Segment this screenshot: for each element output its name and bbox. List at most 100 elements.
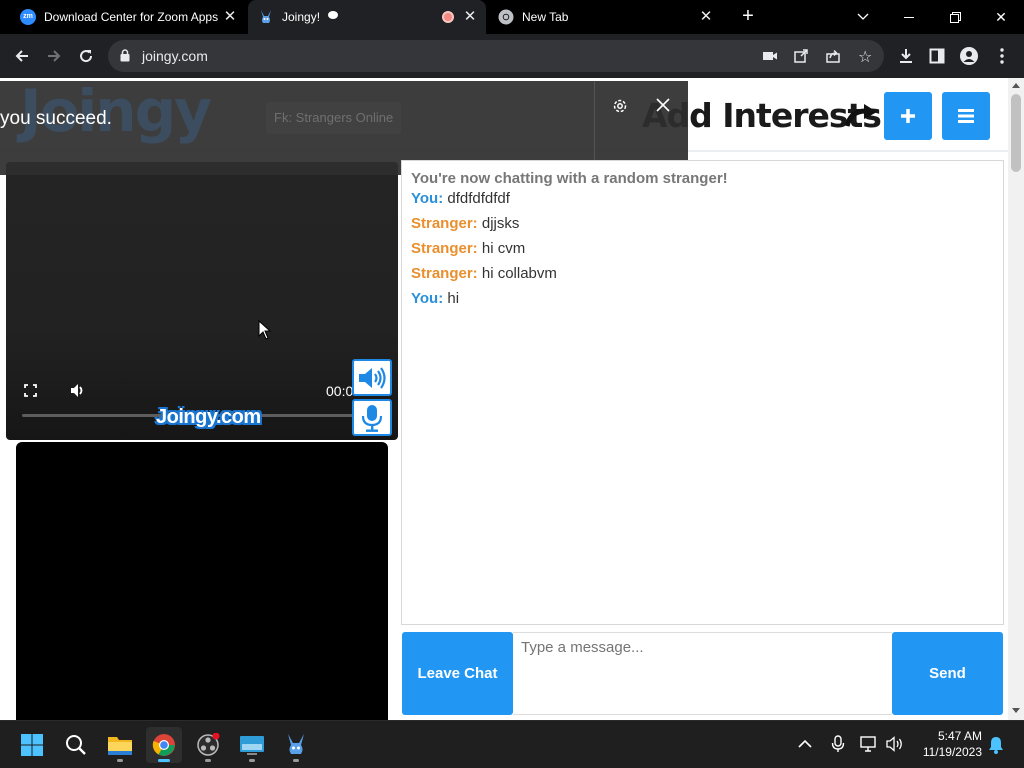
tab-title: Download Center for Zoom Apps [44,10,219,24]
address-bar[interactable]: joingy.com ☆ [108,40,884,72]
chat-text: dfdfdfdfdf [447,190,510,207]
clock[interactable]: 5:47 AM 11/19/2023 [912,728,982,760]
camera-icon[interactable] [762,49,778,63]
lock-icon [120,49,130,62]
share-icon[interactable] [826,49,840,63]
running-indicator [293,759,299,762]
clock-date: 11/19/2023 [922,745,982,759]
close-tab-icon[interactable]: ✕ [222,9,238,25]
add-interest-button[interactable] [884,92,932,140]
video-volume-icon[interactable] [70,383,86,398]
tab-zoom-download[interactable]: zm Download Center for Zoom Apps ✕ [12,0,246,34]
chat-speaker-stranger: Stranger: [411,240,478,257]
toast-message: you succeed. [0,108,112,129]
stranger-video[interactable]: 00:0 Joingy.com [6,162,398,440]
file-explorer-icon[interactable] [102,727,138,763]
message-input[interactable] [513,632,892,715]
chat-message: Stranger: hi collabvm [411,265,557,282]
chat-speaker-stranger: Stranger: [411,265,478,282]
search-icon[interactable] [58,727,94,763]
video-fullscreen-icon[interactable] [24,384,37,397]
clock-time: 5:47 AM [937,729,982,743]
running-indicator [158,759,170,762]
open-in-app-icon[interactable] [794,49,808,63]
tab-title: New Tab [522,10,569,24]
plus-icon [900,108,916,124]
windows-taskbar: 5:47 AM 11/19/2023 [0,720,1024,768]
volume-icon[interactable] [886,736,904,752]
joingy-page: Add Interests 00:0 Joingy.com Joingy Fk: [0,78,1024,720]
chat-bubble-icon [328,11,338,19]
ghost-tooltip: Fk: Strangers Online [266,102,402,134]
chat-speaker-you: You: [411,190,444,207]
chat-speaker-stranger: Stranger: [411,215,478,232]
chrome-taskbar-icon[interactable] [146,727,182,763]
remote-desktop-icon[interactable] [234,727,270,763]
bookmark-star-icon[interactable]: ☆ [858,47,872,67]
speaker-icon [357,366,387,390]
video-time: 00:0 [326,383,354,399]
forward-icon[interactable] [40,42,68,70]
chrome-menu-icon[interactable] [988,42,1016,70]
tab-search-icon[interactable] [840,0,886,34]
leave-chat-button[interactable]: Leave Chat [402,632,513,715]
speaker-button[interactable] [352,359,392,396]
chrome-icon [498,9,514,25]
chat-status: You're now chatting with a random strang… [411,170,728,187]
tab-new-tab[interactable]: New Tab ✕ [488,0,722,34]
microphone-button[interactable] [352,399,392,436]
page-scrollbar[interactable] [1008,78,1024,720]
chat-message: You: hi [411,290,459,307]
send-label: Send [929,665,966,682]
toast-settings-gear-icon[interactable] [611,97,629,115]
curved-arrow-icon [845,104,879,128]
notification-bell-icon[interactable] [988,736,1004,754]
self-video [16,442,388,720]
tab-joingy[interactable]: Joingy! ✕ [248,0,486,34]
new-tab-button[interactable]: + [736,5,760,29]
chat-speaker-you: You: [411,290,444,307]
video-watermark: Joingy.com [156,406,261,428]
chat-log[interactable]: You're now chatting with a random strang… [401,160,1004,625]
leave-chat-label: Leave Chat [417,665,498,682]
tab-title: Joingy! [282,10,321,24]
toast-close-icon[interactable] [656,98,670,112]
mouse-cursor-icon [258,320,271,340]
close-tab-icon[interactable]: ✕ [462,9,478,25]
chat-text: hi [447,290,460,307]
url-text: joingy.com [142,48,208,64]
back-icon[interactable] [8,42,36,70]
side-panel-icon[interactable] [923,42,951,70]
joingy-bunny-icon [258,9,274,25]
chat-text: hi collabvm [481,265,557,282]
reload-icon[interactable] [72,42,100,70]
minimize-icon[interactable] [886,0,932,34]
chat-text: djjsks [481,215,520,232]
zoom-icon: zm [20,9,36,25]
microphone-tray-icon[interactable] [831,735,845,753]
close-window-icon[interactable]: ✕ [978,0,1024,34]
send-button[interactable]: Send [892,632,1003,715]
browser-toolbar: joingy.com ☆ [0,34,1024,78]
restore-icon[interactable] [932,0,978,34]
obs-studio-icon[interactable] [190,727,226,763]
download-icon[interactable] [892,42,920,70]
windows-start-icon[interactable] [14,727,50,763]
close-tab-icon[interactable]: ✕ [698,9,714,25]
hamburger-icon [958,109,974,123]
profile-avatar-icon[interactable] [955,42,983,70]
joingy-taskbar-icon[interactable] [278,727,314,763]
chat-message: You: dfdfdfdfdf [411,190,510,207]
chat-message: Stranger: hi cvm [411,240,525,257]
recording-icon [442,11,454,23]
running-indicator [205,759,211,762]
chat-text: hi cvm [481,240,526,257]
menu-button[interactable] [942,92,990,140]
scroll-down-arrow-icon[interactable] [1012,708,1020,713]
scrollbar-thumb[interactable] [1011,94,1021,172]
scroll-up-arrow-icon[interactable] [1012,83,1020,88]
tab-strip: zm Download Center for Zoom Apps ✕ Joing… [0,0,1024,34]
network-icon[interactable] [860,736,878,752]
chat-message: Stranger: djjsks [411,215,519,232]
tray-overflow-chevron-icon[interactable] [798,739,812,748]
